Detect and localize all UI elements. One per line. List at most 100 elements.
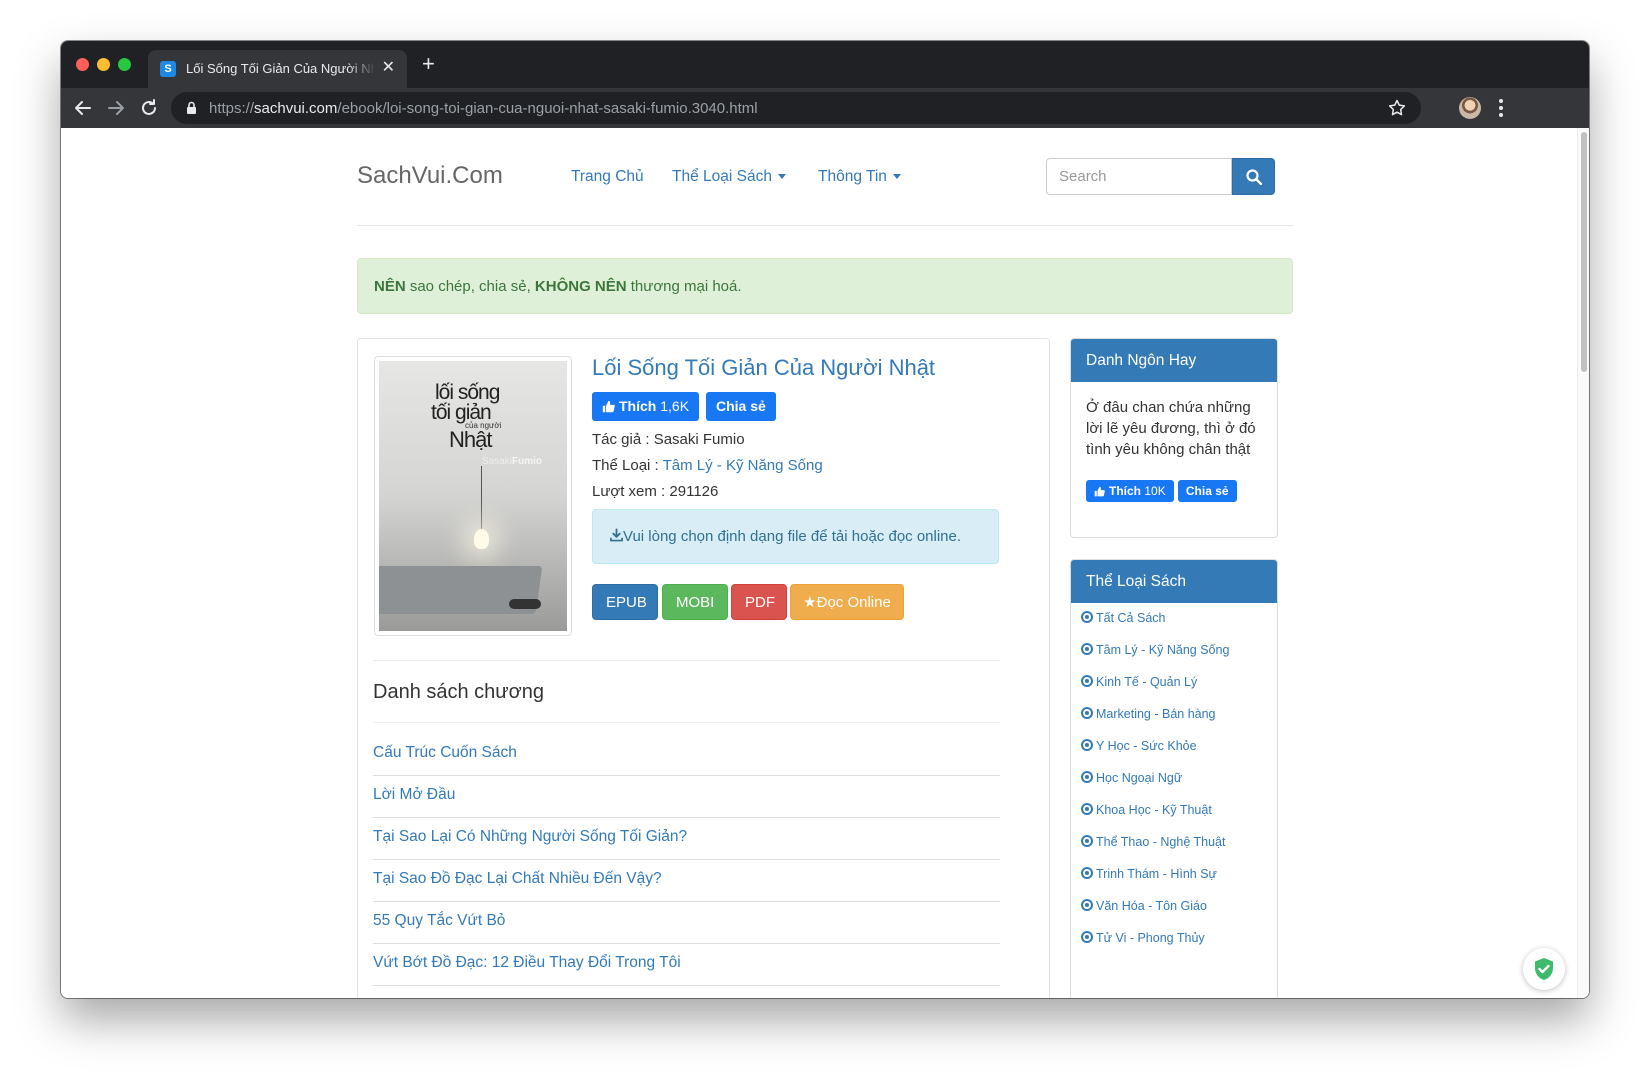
minimize-window-button[interactable] [97,58,110,71]
copyright-notice: NÊN sao chép, chia sẻ, KHÔNG NÊN thương … [357,258,1293,314]
quote-body: Ở đâu chan chứa những lời lẽ yêu đương, … [1071,382,1277,517]
browser-tab-active[interactable]: S Lối Sống Tối Giản Của Người Nhật - Sas… [148,50,407,88]
epub-download-button[interactable]: EPUB [592,584,658,620]
category-item[interactable]: Tử Vi - Phong Thủy [1081,931,1205,945]
circle-chevron-icon [1081,899,1093,911]
nav-categories-dropdown[interactable]: Thể Loại Sách [672,168,786,186]
circle-chevron-icon [1081,707,1093,719]
maximize-window-button[interactable] [118,58,131,71]
address-bar[interactable]: https://sachvui.com/ebook/loi-song-toi-g… [171,92,1421,124]
chapter-link[interactable]: Cấu Trúc Cuốn Sách [373,734,1000,776]
circle-chevron-icon [1081,675,1093,687]
category-item[interactable]: Tất Cả Sách [1081,611,1165,625]
more-menu-icon[interactable] [1498,97,1504,119]
nav-info-label: Thông Tin [818,168,887,185]
chapter-link[interactable]: Vứt Bớt Đồ Đạc: 12 Điều Thay Đổi Trong T… [373,944,1000,986]
quote-like-label: Thích [1109,484,1141,498]
category-item[interactable]: Học Ngoại Ngữ [1081,771,1182,785]
notice-text-1: sao chép, chia sẻ, [405,278,535,295]
category-panel: Thể Loại Sách Tất Cả Sách Tâm Lý - Kỹ Năn… [1070,559,1278,998]
read-online-button[interactable]: ★Đọc Online [790,584,904,620]
circle-chevron-icon [1081,611,1093,623]
notice-text-2: thương mại hoá. [626,278,742,295]
category-label: Thể Loại : [592,457,663,474]
category-item-label: Tất Cả Sách [1096,611,1166,625]
notice-strong-should-not: KHÔNG NÊN [534,278,627,295]
book-title[interactable]: Lối Sống Tối Giản Của Người Nhật [592,355,935,381]
search-icon [1246,169,1262,185]
nav-info-dropdown[interactable]: Thông Tin [818,168,901,186]
close-window-button[interactable] [76,58,89,71]
caret-down-icon [777,174,786,180]
book-cover-frame: lối sống tối giản của người Nhật SasakiF… [374,356,572,636]
quote-like-button[interactable]: Thích 10K [1086,480,1174,502]
mobi-download-button[interactable]: MOBI [662,584,728,620]
book-cover-image: lối sống tối giản của người Nhật SasakiF… [379,361,567,631]
cover-slippers [509,599,541,609]
category-item[interactable]: Khoa Học - Kỹ Thuật [1081,803,1212,817]
page-viewport: SachVui.Com Trang Chủ Thể Loại Sách Thôn… [61,128,1589,998]
book-views-row: Lượt xem : 291126 [592,483,718,500]
tab-close-icon[interactable]: ✕ [382,59,395,77]
pdf-download-button[interactable]: PDF [731,584,787,620]
quote-share-button[interactable]: Chia sẻ [1177,480,1237,502]
cover-lamp [474,529,489,549]
book-category-row: Thể Loại : Tâm Lý - Kỹ Năng Sống [592,457,823,474]
quote-text: Ở đâu chan chứa những lời lẽ yêu đương, … [1086,399,1256,458]
download-hint-text: Vui lòng chọn định dạng file để tải hoặc… [623,528,962,545]
nav-home[interactable]: Trang Chủ [571,168,644,186]
bookmark-star-icon[interactable] [1387,98,1407,118]
circle-chevron-icon [1081,771,1093,783]
chapter-link[interactable]: Tại Sao Lại Có Những Người Sống Tối Giản… [373,818,1000,860]
cover-title-line-4: Nhật [449,427,492,452]
category-link[interactable]: Tâm Lý - Kỹ Năng Sống [663,457,823,474]
category-panel-heading: Thể Loại Sách [1071,560,1277,603]
circle-chevron-icon [1081,867,1093,879]
shield-check-icon [1535,958,1553,980]
book-detail-panel: lối sống tối giản của người Nhật SasakiF… [357,338,1050,998]
chapter-link[interactable]: Tại Sao Đồ Đạc Lại Chất Nhiều Đến Vậy? [373,860,1000,902]
facebook-share-button[interactable]: Chia sẻ [706,392,776,421]
page-scrollbar[interactable] [1577,128,1589,998]
circle-chevron-icon [1081,803,1093,815]
category-item[interactable]: Y Học - Sức Khỏe [1081,739,1197,753]
cover-author-last: Fumio [512,456,543,467]
category-item[interactable]: Tâm Lý - Kỹ Năng Sống [1081,643,1229,657]
new-tab-icon[interactable]: + [422,53,435,75]
category-item[interactable]: Thể Thao - Nghệ Thuật [1081,835,1225,849]
category-item[interactable]: Kinh Tế - Quản Lý [1081,675,1197,689]
site-brand[interactable]: SachVui.Com [357,162,503,190]
chapter-link[interactable]: Lời Mở Đầu [373,776,1000,818]
views-label: Lượt xem : [592,483,670,500]
security-extension-badge[interactable] [1523,948,1565,990]
chapter-link[interactable]: 55 Quy Tắc Vứt Bỏ [373,902,1000,944]
category-item[interactable]: Trinh Thám - Hình Sự [1081,867,1217,881]
facebook-like-button[interactable]: Thích 1,6K [592,392,700,421]
category-item[interactable]: Văn Hóa - Tôn Giáo [1081,899,1207,913]
cover-title-line-2: tối giản [431,401,492,424]
forward-arrow-icon[interactable] [104,96,128,120]
scrollbar-thumb[interactable] [1581,132,1587,372]
caret-down-icon [892,174,901,180]
category-item[interactable]: Marketing - Bán hàng [1081,707,1216,721]
back-arrow-icon[interactable] [71,96,95,120]
search-button[interactable] [1232,158,1275,195]
book-author-row: Tác giả : Sasaki Fumio [592,431,745,448]
cover-lamp-wire [481,466,482,531]
author-label: Tác giả : [592,431,654,448]
category-item-label: Tử Vi - Phong Thủy [1096,931,1205,945]
site-navbar: SachVui.Com Trang Chủ Thể Loại Sách Thôn… [357,128,1293,226]
lock-icon [187,101,196,114]
cover-author: SasakiFumio [482,456,542,467]
category-item-label: Học Ngoại Ngữ [1096,771,1183,785]
cover-author-first: Sasaki [482,456,513,467]
search-input[interactable] [1046,158,1232,195]
profile-avatar[interactable] [1459,97,1481,119]
like-count: 1,6K [660,398,690,414]
circle-chevron-icon [1081,643,1093,655]
category-item-label: Marketing - Bán hàng [1096,707,1216,721]
reload-icon[interactable] [137,96,161,120]
url-host: sachvui.com [254,100,338,117]
tab-title: Lối Sống Tối Giản Của Người Nhật - Sasak… [186,61,376,76]
notice-strong-should: NÊN [374,278,406,295]
